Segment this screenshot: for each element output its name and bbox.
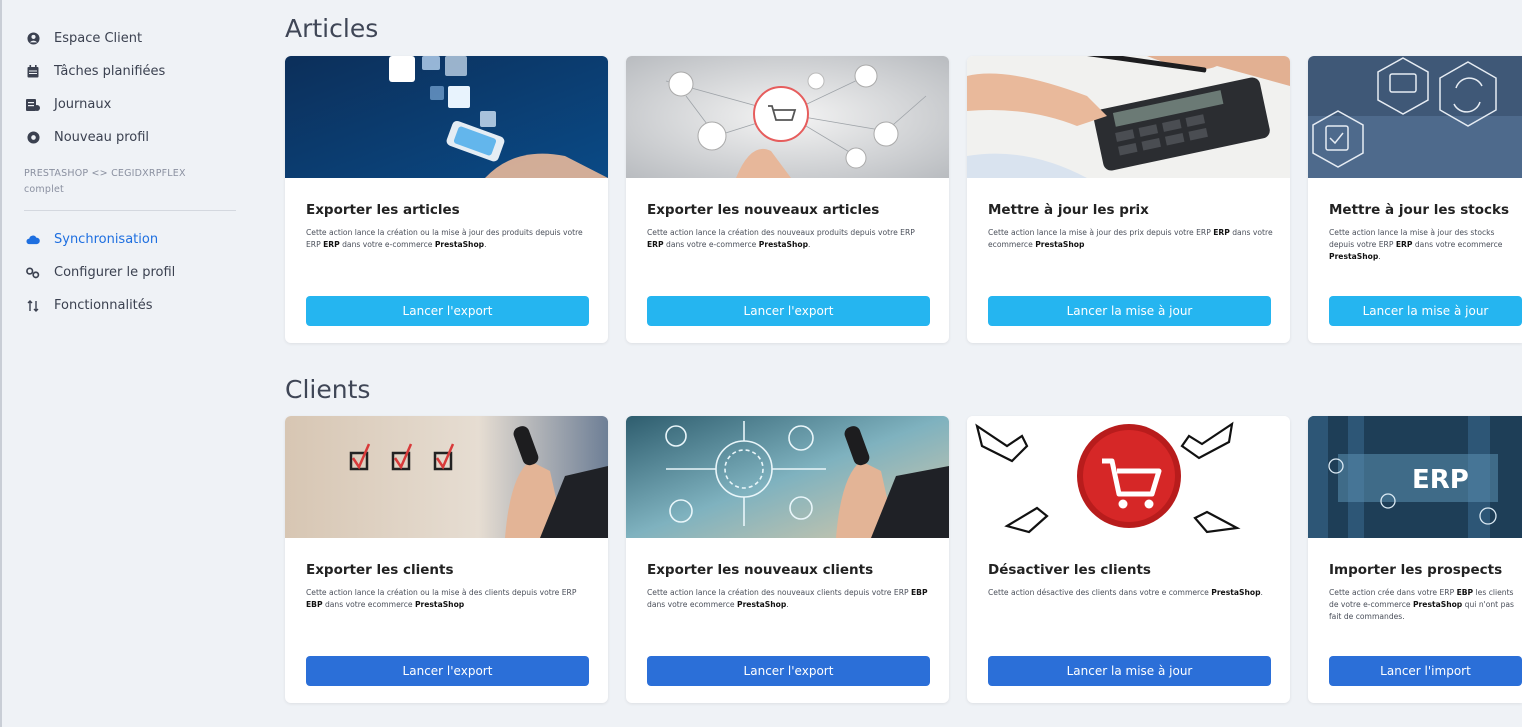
sidebar-item-journaux[interactable]: Journaux	[2, 88, 255, 121]
log-icon	[26, 98, 40, 112]
gears-icon	[26, 266, 40, 280]
card-exporter-nouveaux-clients: Exporter les nouveaux clients Cette acti…	[626, 416, 949, 703]
lancer-mise-a-jour-clients-button[interactable]: Lancer la mise à jour	[988, 656, 1271, 686]
card-mettre-a-jour-stocks: Mettre à jour les stocks Cette action la…	[1308, 56, 1522, 343]
lancer-export-articles-button[interactable]: Lancer l'export	[306, 296, 589, 326]
lancer-import-prospects-button[interactable]: Lancer l'import	[1329, 656, 1522, 686]
sidebar-item-taches[interactable]: Tâches planifiées	[2, 55, 255, 88]
card-title: Exporter les nouveaux clients	[647, 562, 874, 578]
cloud-icon	[26, 233, 40, 247]
lancer-export-nouveaux-articles-button[interactable]: Lancer l'export	[647, 296, 930, 326]
lancer-export-nouveaux-clients-button[interactable]: Lancer l'export	[647, 656, 930, 686]
lancer-export-clients-button[interactable]: Lancer l'export	[306, 656, 589, 686]
card-description: Cette action lance la création ou la mis…	[306, 228, 583, 249]
sidebar-divider	[24, 210, 236, 211]
lancer-mise-a-jour-stocks-button[interactable]: Lancer la mise à jour	[1329, 296, 1522, 326]
card-title: Mettre à jour les stocks	[1329, 202, 1509, 218]
card-exporter-articles: Exporter les articles Cette action lance…	[285, 56, 608, 343]
sidebar-item-label: Nouveau profil	[54, 130, 150, 145]
sidebar-item-fonctionnalites[interactable]: Fonctionnalités	[2, 289, 255, 322]
card-mettre-a-jour-prix: Mettre à jour les prix Cette action lanc…	[967, 56, 1290, 343]
shopping-tablet-image	[285, 56, 608, 178]
erp-image: ERP	[1308, 416, 1522, 538]
main-nav: Espace Client Tâches planifiées Journaux…	[2, 0, 255, 154]
calendar-icon	[26, 65, 40, 79]
sidebar-item-label: Fonctionnalités	[54, 298, 153, 313]
section-title-articles: Articles	[285, 14, 379, 43]
card-title: Désactiver les clients	[988, 562, 1151, 578]
card-title: Importer les prospects	[1329, 562, 1503, 578]
card-title: Exporter les nouveaux articles	[647, 202, 880, 218]
lancer-mise-a-jour-prix-button[interactable]: Lancer la mise à jour	[988, 296, 1271, 326]
sidebar-item-label: Journaux	[54, 97, 112, 112]
plus-circle-icon	[26, 131, 40, 145]
section-title-clients: Clients	[285, 375, 371, 404]
card-description: Cette action lance la création ou la mis…	[306, 588, 577, 609]
calculator-image	[967, 56, 1290, 178]
sidebar-item-nouveau-profil[interactable]: Nouveau profil	[2, 121, 255, 154]
card-importer-prospects: ERP Importer les prospects Cette action …	[1308, 416, 1522, 703]
sidebar: Espace Client Tâches planifiées Journaux…	[0, 0, 255, 727]
checkboxes-image	[285, 416, 608, 538]
sidebar-item-synchronisation[interactable]: Synchronisation	[2, 223, 255, 256]
card-title: Exporter les articles	[306, 202, 460, 218]
sidebar-item-label: Tâches planifiées	[54, 64, 166, 79]
card-exporter-clients: Exporter les clients Cette action lance …	[285, 416, 608, 703]
sidebar-item-espace-client[interactable]: Espace Client	[2, 22, 255, 55]
card-exporter-nouveaux-articles: Exporter les nouveaux articles Cette act…	[626, 56, 949, 343]
user-circle-icon	[26, 32, 40, 46]
sidebar-item-label: Synchronisation	[54, 232, 159, 247]
cart-network-image	[626, 56, 949, 178]
card-desactiver-clients: Désactiver les clients Cette action désa…	[967, 416, 1290, 703]
sidebar-item-configurer[interactable]: Configurer le profil	[2, 256, 255, 289]
sort-arrows-icon	[26, 299, 40, 313]
card-title: Exporter les clients	[306, 562, 454, 578]
sidebar-item-label: Configurer le profil	[54, 265, 176, 280]
sidebar-item-label: Espace Client	[54, 31, 143, 46]
card-description: Cette action crée dans votre ERP EBP les…	[1329, 588, 1515, 621]
tech-circles-image	[626, 416, 949, 538]
red-cart-image	[967, 416, 1290, 538]
stock-icons-image	[1308, 56, 1522, 178]
profile-group-label: PRESTASHOP <> CEGIDXRPFLEX complet	[24, 168, 186, 195]
profile-nav: Synchronisation Configurer le profil Fon…	[2, 223, 255, 322]
card-description: Cette action lance la mise à jour des pr…	[988, 228, 1273, 249]
card-description: Cette action lance la création des nouve…	[647, 588, 928, 609]
erp-image-text: ERP	[1412, 465, 1469, 495]
card-description: Cette action lance la création des nouve…	[647, 228, 915, 249]
card-description: Cette action lance la mise à jour des st…	[1329, 228, 1503, 261]
card-title: Mettre à jour les prix	[988, 202, 1149, 218]
card-description: Cette action désactive des clients dans …	[988, 588, 1263, 597]
